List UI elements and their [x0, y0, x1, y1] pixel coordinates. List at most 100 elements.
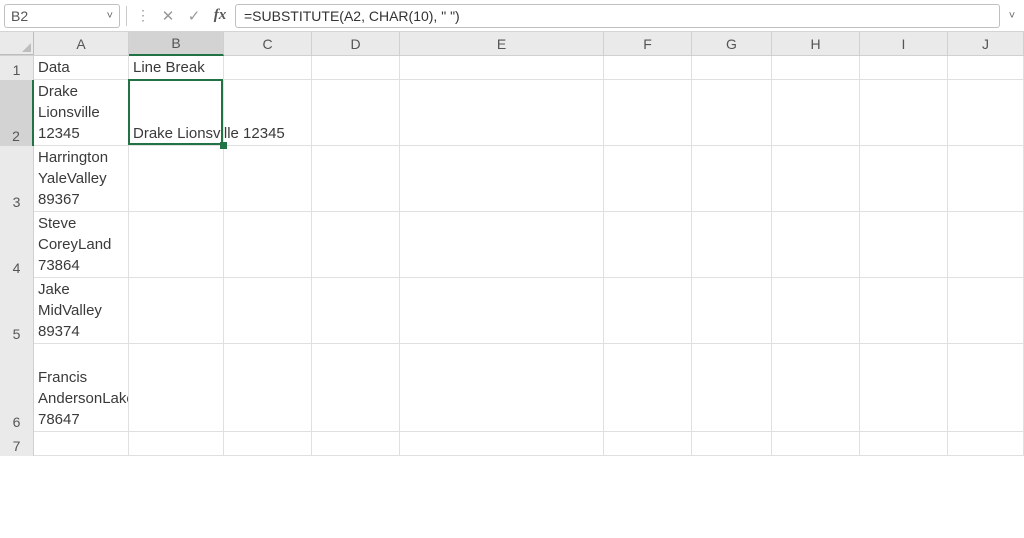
cell-A5[interactable]: Jake MidValley 89374: [34, 278, 129, 344]
cell-B5[interactable]: [129, 278, 224, 344]
cell-G5[interactable]: [692, 278, 772, 344]
column-header-H[interactable]: H: [772, 32, 860, 55]
cell-C3[interactable]: [224, 146, 312, 212]
formula-input[interactable]: [235, 4, 1000, 28]
cell-E7[interactable]: [400, 432, 604, 456]
column-header-B[interactable]: B: [129, 32, 224, 56]
cell-J5[interactable]: [948, 278, 1024, 344]
cell-H2[interactable]: [772, 80, 860, 146]
cell-E6[interactable]: [400, 344, 604, 432]
cancel-formula-button[interactable]: ✕: [157, 5, 179, 27]
column-header-E[interactable]: E: [400, 32, 604, 55]
cell-F3[interactable]: [604, 146, 692, 212]
cell-F5[interactable]: [604, 278, 692, 344]
cell-H6[interactable]: [772, 344, 860, 432]
cell-G7[interactable]: [692, 432, 772, 456]
cell-G3[interactable]: [692, 146, 772, 212]
cell-H4[interactable]: [772, 212, 860, 278]
row-header-6[interactable]: 6: [0, 344, 34, 432]
column-header-I[interactable]: I: [860, 32, 948, 55]
name-box[interactable]: B2 ˅: [4, 4, 120, 28]
accept-formula-button[interactable]: ✓: [183, 5, 205, 27]
cell-C5[interactable]: [224, 278, 312, 344]
cell-G2[interactable]: [692, 80, 772, 146]
cell-B4[interactable]: [129, 212, 224, 278]
cell-E3[interactable]: [400, 146, 604, 212]
column-header-G[interactable]: G: [692, 32, 772, 55]
cell-D4[interactable]: [312, 212, 400, 278]
cell-F2[interactable]: [604, 80, 692, 146]
cell-B7[interactable]: [129, 432, 224, 456]
cell-G1[interactable]: [692, 56, 772, 80]
cell-A3[interactable]: Harrington YaleValley 89367: [34, 146, 129, 212]
cell-F4[interactable]: [604, 212, 692, 278]
cell-H5[interactable]: [772, 278, 860, 344]
row-4: 4Steve CoreyLand 73864: [0, 212, 1024, 278]
cell-I6[interactable]: [860, 344, 948, 432]
cell-J3[interactable]: [948, 146, 1024, 212]
chevron-down-icon[interactable]: ˅: [107, 10, 113, 22]
row-1: 1DataLine Break: [0, 56, 1024, 80]
cell-F7[interactable]: [604, 432, 692, 456]
cell-A4[interactable]: Steve CoreyLand 73864: [34, 212, 129, 278]
cell-I1[interactable]: [860, 56, 948, 80]
cell-I7[interactable]: [860, 432, 948, 456]
column-header-J[interactable]: J: [948, 32, 1024, 55]
cell-A6[interactable]: Francis AndersonLake 78647: [34, 344, 129, 432]
cell-H7[interactable]: [772, 432, 860, 456]
cell-B3[interactable]: [129, 146, 224, 212]
cell-F6[interactable]: [604, 344, 692, 432]
cell-E2[interactable]: [400, 80, 604, 146]
row-header-4[interactable]: 4: [0, 212, 34, 278]
cell-E4[interactable]: [400, 212, 604, 278]
cell-G6[interactable]: [692, 344, 772, 432]
cell-I2[interactable]: [860, 80, 948, 146]
cell-A1[interactable]: Data: [34, 56, 129, 80]
spreadsheet-grid[interactable]: ABCDEFGHIJ 1DataLine Break2Drake Lionsvi…: [0, 32, 1024, 456]
cell-D3[interactable]: [312, 146, 400, 212]
cell-C1[interactable]: [224, 56, 312, 80]
cell-B1[interactable]: Line Break: [129, 56, 224, 80]
column-header-F[interactable]: F: [604, 32, 692, 55]
cell-B2[interactable]: Drake Lionsville 12345: [129, 80, 224, 146]
column-header-A[interactable]: A: [34, 32, 129, 55]
cell-C7[interactable]: [224, 432, 312, 456]
row-header-7[interactable]: 7: [0, 432, 34, 456]
cell-D2[interactable]: [312, 80, 400, 146]
cell-H3[interactable]: [772, 146, 860, 212]
row-header-1[interactable]: 1: [0, 56, 34, 80]
row-2: 2Drake Lionsville 12345Drake Lionsville …: [0, 80, 1024, 146]
column-header-C[interactable]: C: [224, 32, 312, 55]
cell-J2[interactable]: [948, 80, 1024, 146]
name-box-value: B2: [11, 8, 28, 24]
row-header-5[interactable]: 5: [0, 278, 34, 344]
cell-B6[interactable]: [129, 344, 224, 432]
cell-J1[interactable]: [948, 56, 1024, 80]
cell-F1[interactable]: [604, 56, 692, 80]
cell-D7[interactable]: [312, 432, 400, 456]
cell-D5[interactable]: [312, 278, 400, 344]
cell-C6[interactable]: [224, 344, 312, 432]
row-header-3[interactable]: 3: [0, 146, 34, 212]
column-header-D[interactable]: D: [312, 32, 400, 55]
fx-icon[interactable]: fx: [209, 5, 231, 27]
fill-handle[interactable]: [220, 142, 227, 149]
cell-J7[interactable]: [948, 432, 1024, 456]
row-header-2[interactable]: 2: [0, 80, 34, 146]
cell-A7[interactable]: [34, 432, 129, 456]
cell-H1[interactable]: [772, 56, 860, 80]
cell-C4[interactable]: [224, 212, 312, 278]
select-all-corner[interactable]: [0, 32, 34, 55]
cell-E5[interactable]: [400, 278, 604, 344]
cell-I3[interactable]: [860, 146, 948, 212]
cell-D1[interactable]: [312, 56, 400, 80]
cell-I5[interactable]: [860, 278, 948, 344]
expand-formula-bar-icon[interactable]: ˅: [1004, 10, 1020, 22]
cell-D6[interactable]: [312, 344, 400, 432]
cell-I4[interactable]: [860, 212, 948, 278]
cell-E1[interactable]: [400, 56, 604, 80]
cell-G4[interactable]: [692, 212, 772, 278]
cell-J6[interactable]: [948, 344, 1024, 432]
cell-A2[interactable]: Drake Lionsville 12345: [34, 80, 129, 146]
cell-J4[interactable]: [948, 212, 1024, 278]
